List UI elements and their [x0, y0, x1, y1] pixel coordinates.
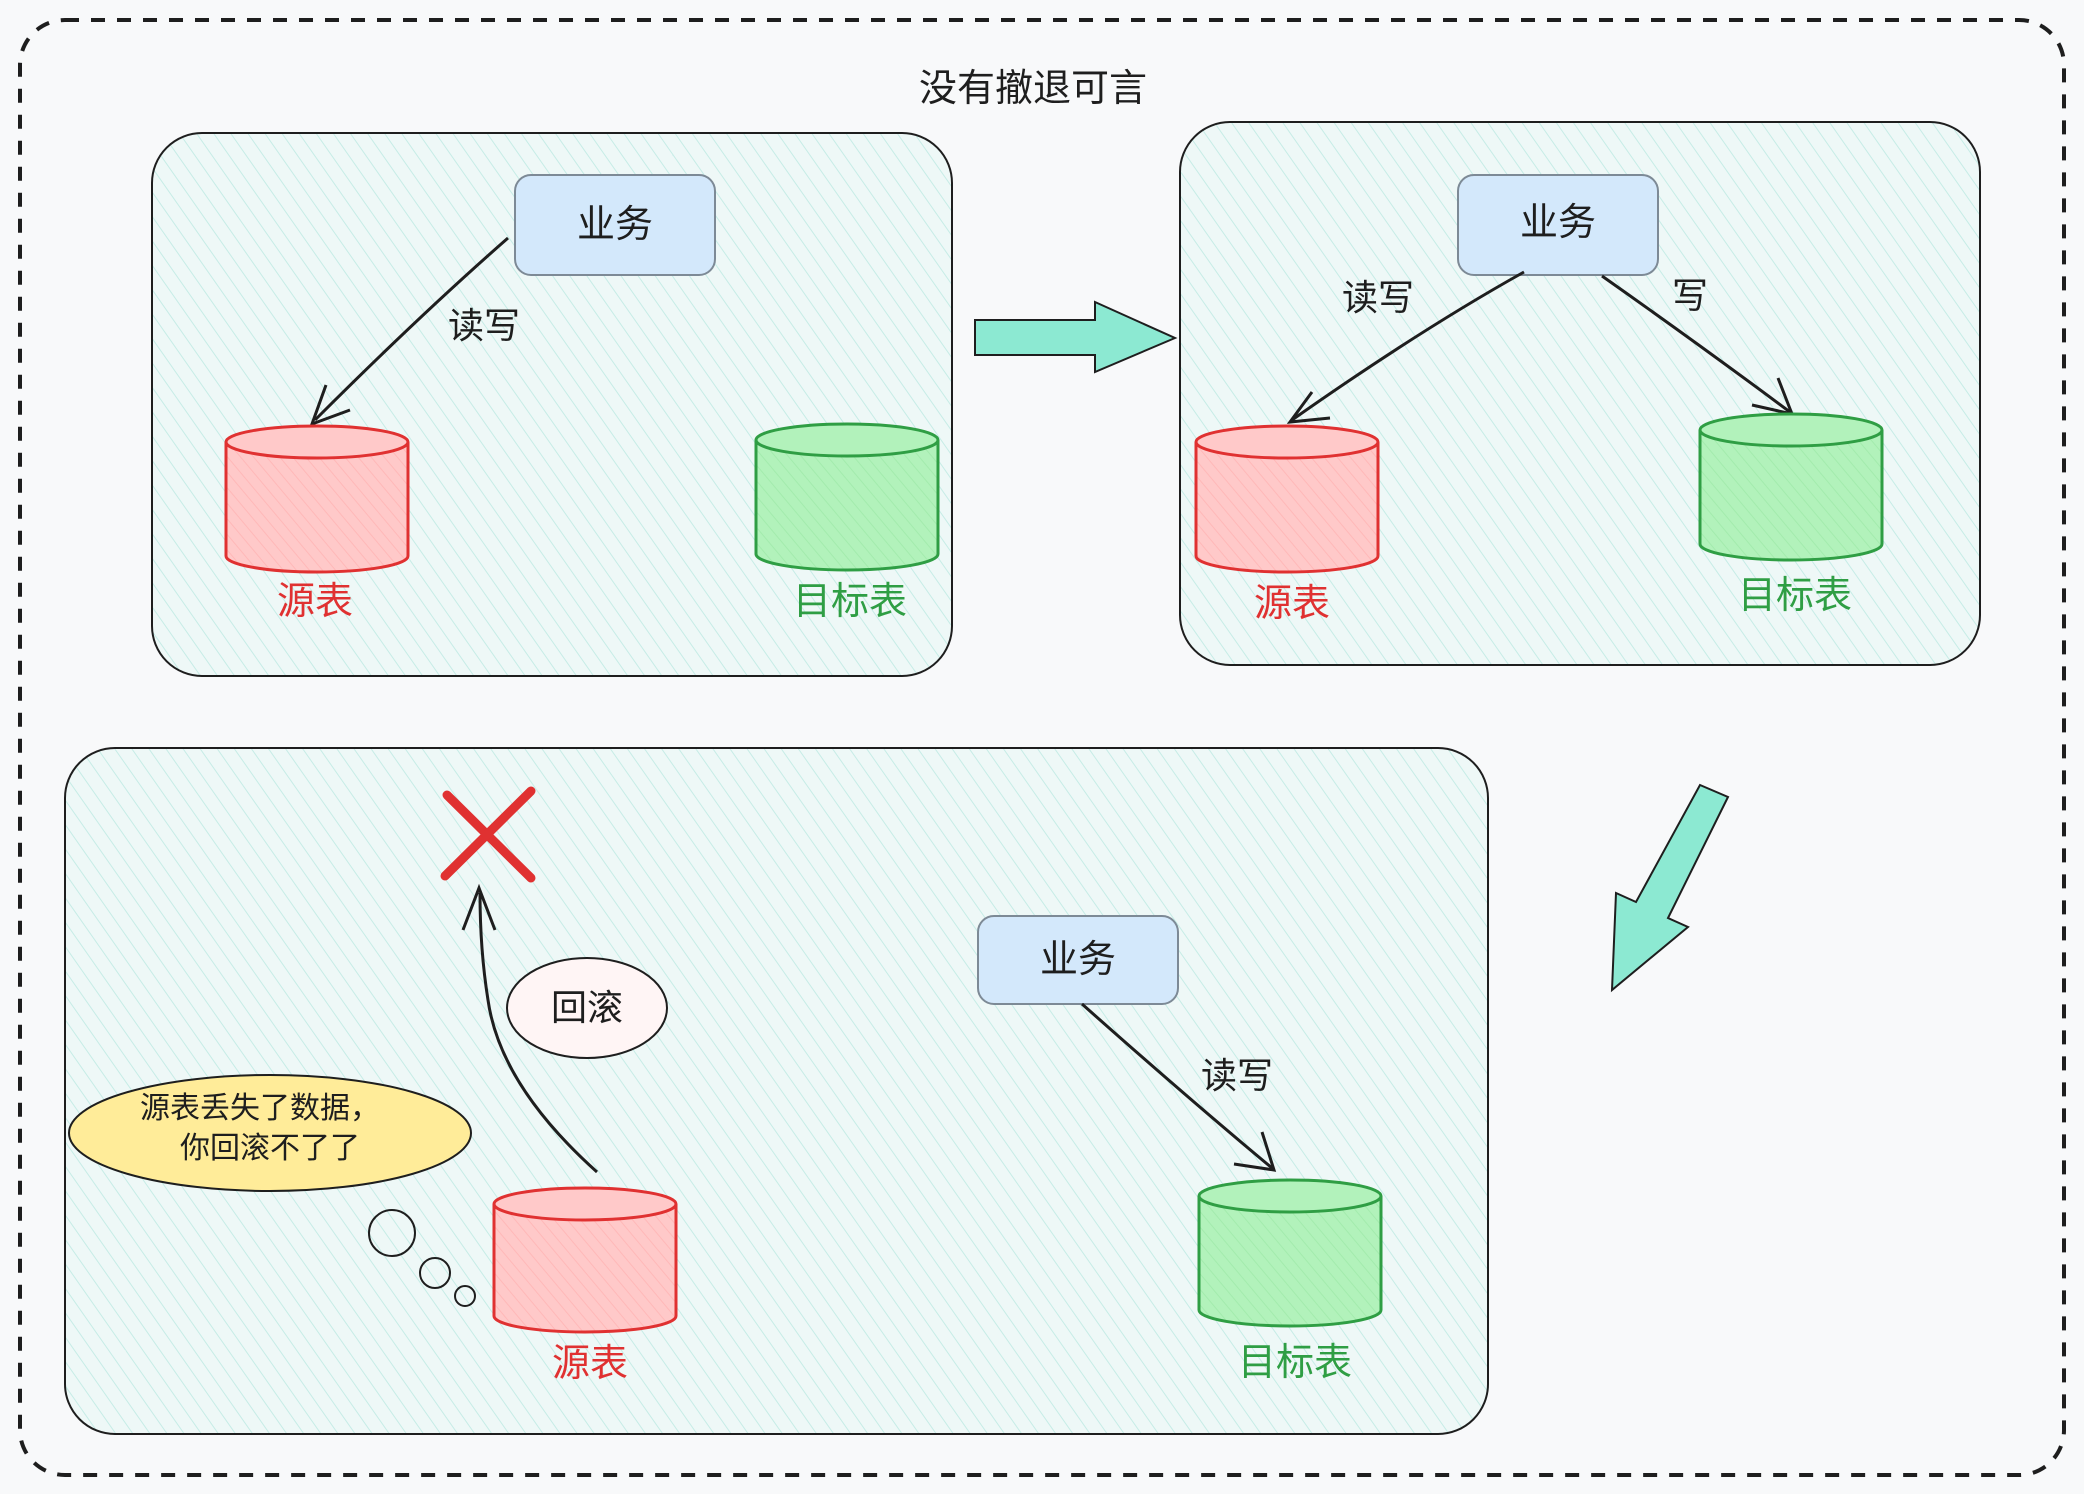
source-table-label: 源表: [552, 1341, 628, 1385]
flow-arrow-right: [974, 300, 1178, 374]
service-label: 业务: [1520, 200, 1596, 244]
service-node: 业务: [977, 915, 1179, 1005]
source-table-label: 源表: [277, 579, 353, 623]
thought-text-line2: 你回滚不了了: [180, 1131, 360, 1166]
rollback-label: 回滚: [551, 988, 623, 1029]
thought-text-line1: 源表丢失了数据，: [140, 1091, 380, 1126]
target-table-label: 目标表: [793, 579, 907, 623]
read-write-label: 读写: [1342, 278, 1414, 319]
source-table-cylinder: [492, 1186, 678, 1334]
service-node: 业务: [514, 174, 716, 276]
source-table-cylinder: [224, 424, 410, 574]
write-label: 写: [1672, 276, 1708, 317]
flow-arrow-down-left: [1610, 783, 1730, 993]
target-table-cylinder: [754, 422, 940, 572]
panel-before: 业务 读写 源表 目标表: [151, 132, 953, 677]
target-table-cylinder: [1698, 412, 1884, 562]
target-table-label: 目标表: [1738, 573, 1852, 617]
diagram-title: 没有撤退可言: [919, 66, 1147, 110]
diagram-canvas: 没有撤退可言 业务 读写 源表 目标表 业务 读写 写 源表 目标表 回滚 源表…: [0, 0, 2084, 1494]
target-table-label: 目标表: [1238, 1340, 1352, 1384]
service-label: 业务: [577, 202, 653, 246]
panel-dual-write: 业务 读写 写 源表 目标表: [1179, 121, 1981, 666]
source-table-label: 源表: [1254, 581, 1330, 625]
read-write-label: 读写: [1201, 1056, 1273, 1097]
panel-after: 回滚 源表丢失了数据， 你回滚不了了 源表 业务 读写 目标表: [64, 747, 1489, 1435]
rollback-bubble: 回滚: [506, 957, 668, 1059]
target-table-cylinder: [1197, 1178, 1383, 1328]
read-write-label: 读写: [448, 306, 520, 347]
service-label: 业务: [1040, 937, 1116, 981]
source-table-cylinder: [1194, 424, 1380, 574]
service-node: 业务: [1457, 174, 1659, 276]
